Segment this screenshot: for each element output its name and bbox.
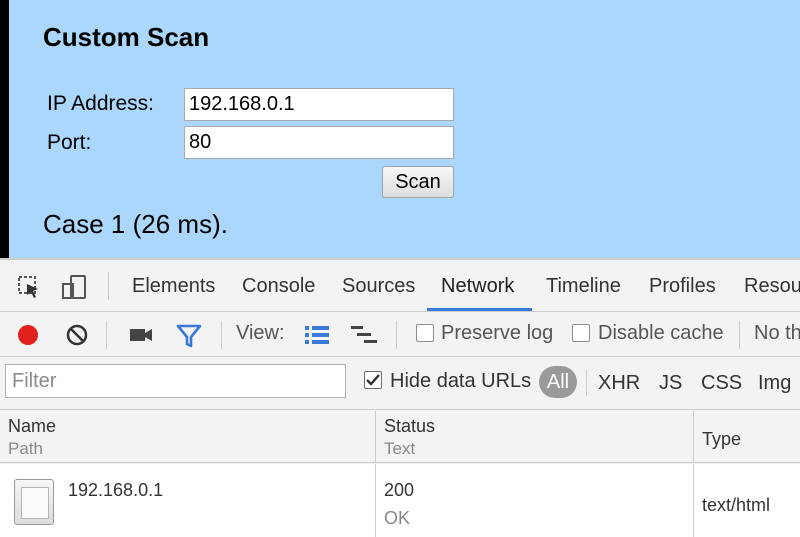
column-header-path: Path: [8, 439, 43, 458]
tab-network[interactable]: Network: [441, 275, 514, 298]
tab-profiles[interactable]: Profiles: [649, 275, 716, 298]
devtools-tabbar: Elements Console Sources Network Timelin…: [0, 260, 800, 312]
filter-type-all[interactable]: All: [539, 366, 577, 398]
network-toolbar: View: Preserve log Disable cache No th: [0, 313, 800, 357]
request-type: text/html: [702, 495, 771, 515]
filter-type-xhr[interactable]: XHR: [598, 372, 640, 395]
port-label: Port:: [47, 131, 92, 154]
port-input[interactable]: [184, 126, 454, 159]
request-status-text: OK: [384, 508, 411, 528]
filter-funnel-icon[interactable]: [176, 323, 202, 354]
toolbar-separator: [221, 321, 222, 349]
page-content: Custom Scan IP Address: Port: Scan Case …: [0, 0, 800, 258]
column-header-status[interactable]: Status: [384, 416, 435, 437]
requests-table-header: Name Path Status Text Type: [0, 411, 800, 463]
page-title: Custom Scan: [43, 22, 210, 52]
toolbar-separator: [739, 321, 740, 349]
filter-bar: Hide data URLs All XHR JS CSS Img: [0, 358, 800, 410]
filter-input[interactable]: [5, 364, 346, 398]
clear-icon[interactable]: [65, 323, 89, 352]
filter-separator: [586, 370, 587, 396]
table-row[interactable]: 192.168.0.1 200 OK text/html: [0, 464, 800, 537]
view-label: View:: [236, 322, 285, 344]
column-header-name[interactable]: Name: [8, 416, 56, 437]
filter-type-js[interactable]: JS: [659, 372, 682, 395]
waterfall-overview-icon[interactable]: [350, 324, 378, 351]
window-edge: [0, 0, 9, 258]
toolbar-separator: [106, 321, 107, 349]
tabbar-separator: [108, 272, 109, 300]
throttling-select[interactable]: No th: [754, 322, 800, 345]
filter-type-img[interactable]: Img: [758, 372, 791, 395]
toolbar-separator: [396, 321, 397, 349]
ip-address-input[interactable]: [184, 88, 454, 121]
screenshot-camera-icon[interactable]: [128, 323, 154, 352]
document-icon: [14, 479, 54, 525]
column-header-type[interactable]: Type: [702, 429, 741, 450]
hide-data-urls-checkbox[interactable]: [364, 371, 382, 389]
scan-button[interactable]: Scan: [382, 166, 454, 198]
scan-result: Case 1 (26 ms).: [43, 209, 228, 239]
tab-elements[interactable]: Elements: [132, 275, 215, 298]
column-divider: [375, 464, 376, 537]
column-divider[interactable]: [375, 411, 376, 463]
column-header-text: Text: [384, 439, 416, 458]
column-divider: [693, 464, 694, 537]
disable-cache-label: Disable cache: [598, 322, 724, 344]
filter-type-css[interactable]: CSS: [701, 372, 742, 395]
hide-data-urls-label: Hide data URLs: [390, 370, 532, 392]
disable-cache-checkbox[interactable]: [572, 324, 590, 342]
device-mode-icon[interactable]: [61, 274, 87, 300]
record-icon[interactable]: [16, 323, 40, 352]
preserve-log-label: Preserve log: [441, 322, 554, 344]
tab-console[interactable]: Console: [242, 275, 315, 298]
request-status: 200: [384, 480, 415, 500]
cursor-select-icon[interactable]: [16, 274, 42, 300]
request-name: 192.168.0.1: [68, 480, 164, 500]
preserve-log-checkbox[interactable]: [416, 324, 434, 342]
active-tab-indicator: [427, 308, 532, 311]
tab-sources[interactable]: Sources: [342, 275, 415, 298]
tab-timeline[interactable]: Timeline: [546, 275, 621, 298]
devtools-panel: Elements Console Sources Network Timelin…: [0, 258, 800, 537]
column-divider[interactable]: [693, 411, 694, 463]
large-rows-icon[interactable]: [304, 324, 330, 351]
ip-address-label: IP Address:: [47, 92, 155, 115]
tab-resources[interactable]: Resou: [744, 275, 800, 298]
